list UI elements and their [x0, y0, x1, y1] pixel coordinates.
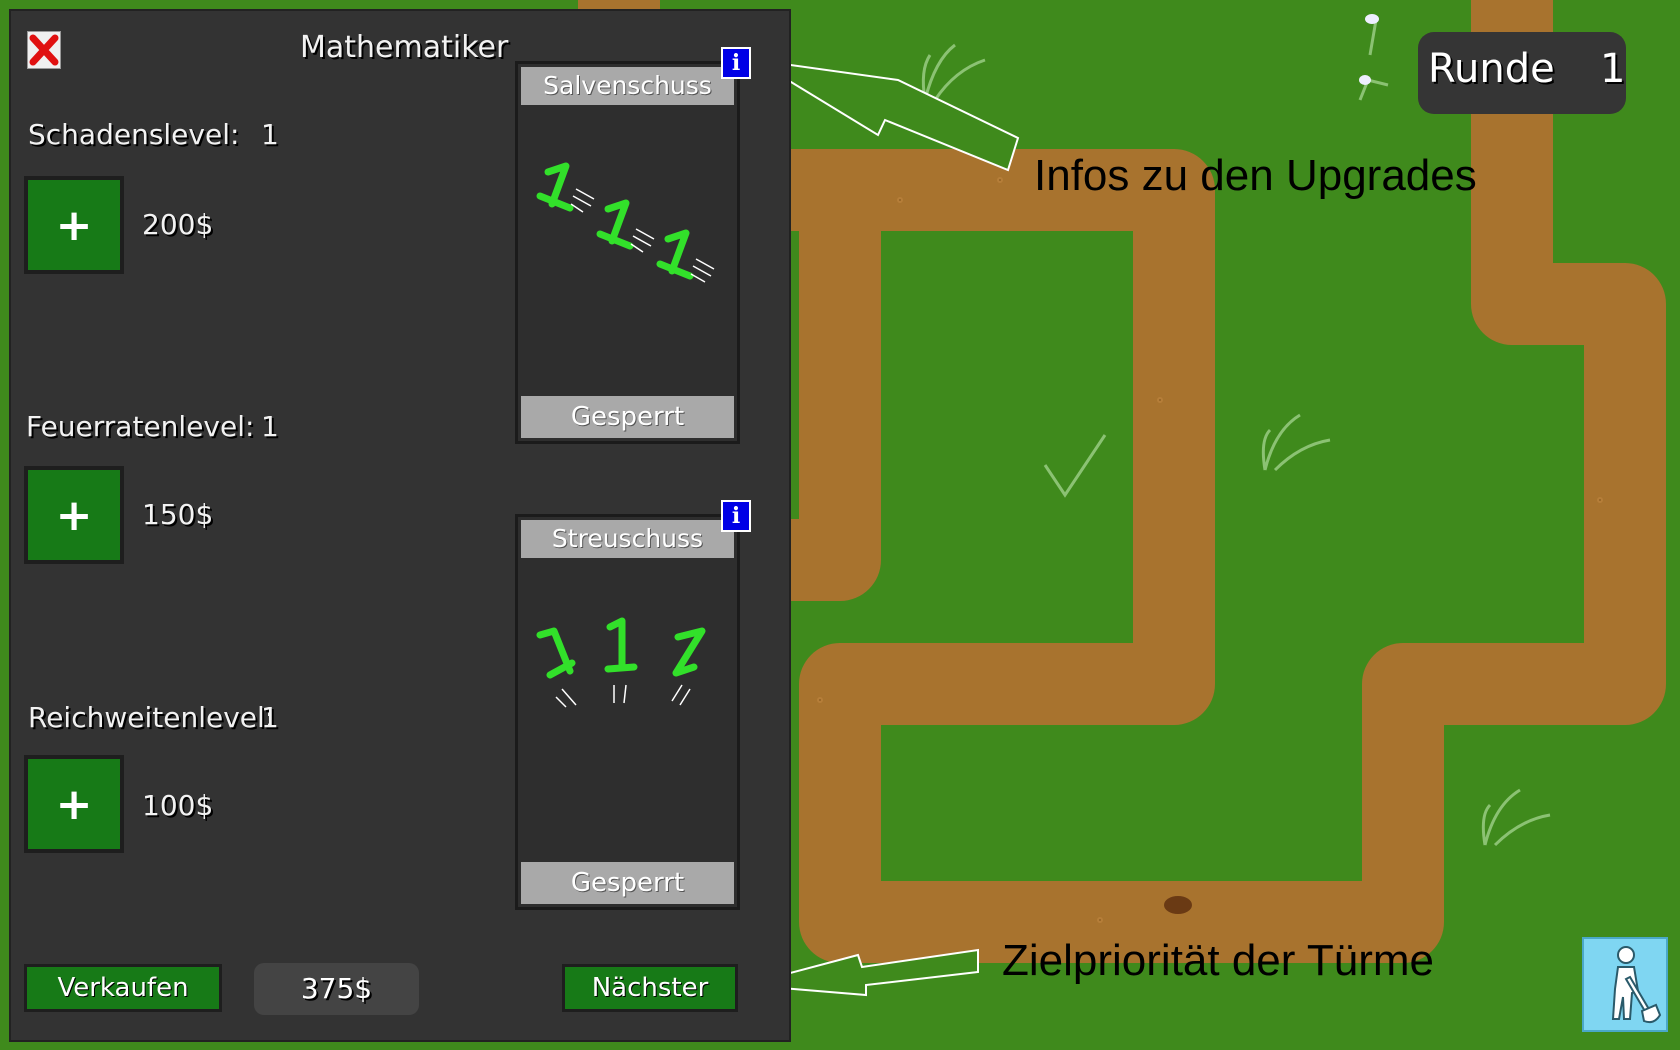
round-value: 1: [1600, 46, 1626, 92]
shovel-button[interactable]: [1582, 937, 1668, 1032]
upgrade-info-button[interactable]: i: [721, 47, 751, 79]
damage-level-value: 1: [261, 118, 279, 151]
range-upgrade-button[interactable]: +: [24, 755, 124, 853]
upgrade-name: Streuschuss: [521, 520, 734, 558]
upgrade-card-streuschuss[interactable]: Streuschuss Gesperrt: [515, 514, 740, 910]
target-priority-annotation: Zielpriorität der Türme: [1002, 936, 1434, 985]
close-icon: [29, 34, 59, 66]
range-level-value: 1: [261, 701, 279, 734]
salvo-numbers-icon: [536, 162, 715, 283]
shovel-worker-icon: [1611, 946, 1662, 1024]
firerate-upgrade-cost: 150$: [142, 498, 214, 531]
upgrade-status: Gesperrt: [521, 396, 734, 438]
upgrade-card-salvenschuss[interactable]: Salvenschuss Gesperrt: [515, 61, 740, 444]
damage-level-label: Schadenslevel:: [28, 118, 240, 151]
close-button[interactable]: [27, 31, 61, 69]
upgrade-name: Salvenschuss: [521, 67, 734, 105]
upgrades-info-arrow: [754, 59, 1020, 172]
range-upgrade-cost: 100$: [142, 789, 214, 822]
firerate-level-label: Feuerratenlevel:: [26, 410, 255, 443]
upgrades-info-annotation: Infos zu den Upgrades: [1034, 151, 1477, 200]
range-level-label: Reichweitenlevel:: [28, 701, 275, 734]
tower-name: Mathematiker: [300, 30, 509, 65]
upgrade-info-button[interactable]: i: [721, 500, 751, 532]
sell-value: 375$: [254, 963, 419, 1015]
damage-upgrade-button[interactable]: +: [24, 176, 124, 274]
upgrade-status: Gesperrt: [521, 862, 734, 904]
damage-upgrade-cost: 200$: [142, 208, 214, 241]
firerate-level-value: 1: [261, 410, 279, 443]
round-label: Runde: [1428, 46, 1555, 92]
target-priority-button[interactable]: Nächster: [562, 964, 738, 1012]
firerate-upgrade-button[interactable]: +: [24, 466, 124, 564]
round-counter: Runde 1: [1418, 32, 1626, 114]
spread-numbers-icon: [536, 617, 706, 708]
sell-button[interactable]: Verkaufen: [24, 964, 222, 1012]
